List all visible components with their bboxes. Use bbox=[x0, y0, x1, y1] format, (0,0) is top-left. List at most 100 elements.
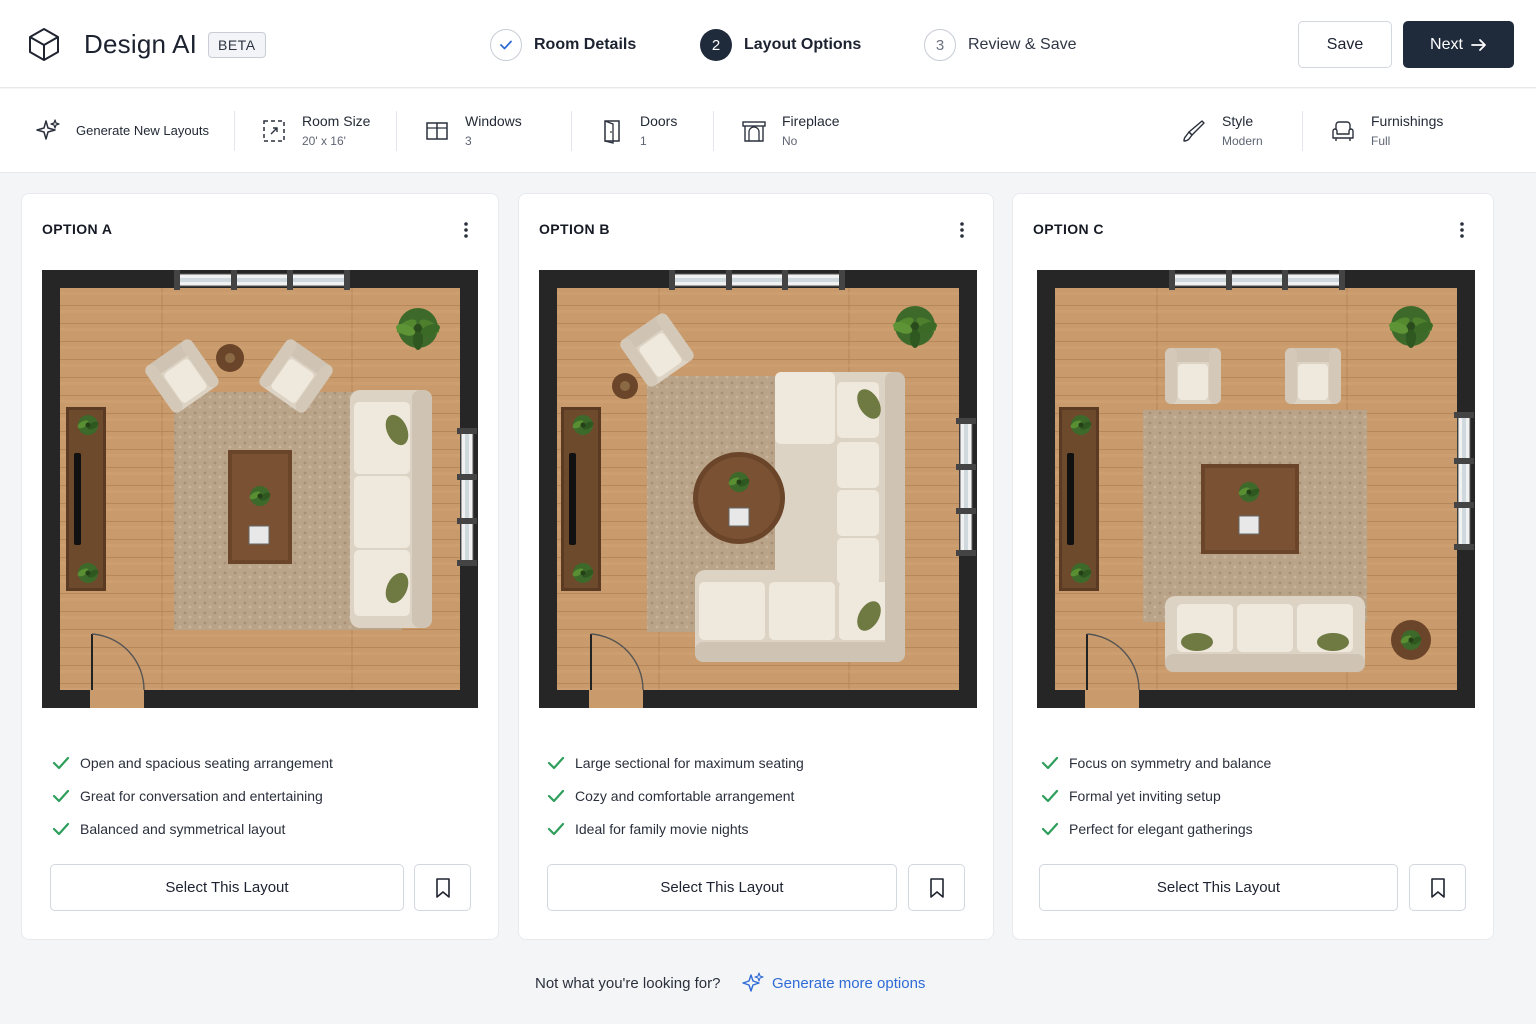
select-layout-button[interactable]: Select This Layout bbox=[1039, 864, 1398, 911]
more-options-icon[interactable] bbox=[957, 220, 967, 240]
room-size-value: 20' x 16' bbox=[302, 134, 346, 148]
windows-label: Windows bbox=[465, 113, 522, 129]
step-review-save[interactable]: 3 Review & Save bbox=[924, 28, 1077, 62]
check-icon bbox=[52, 822, 70, 835]
select-layout-button[interactable]: Select This Layout bbox=[50, 864, 404, 911]
step-number: 2 bbox=[700, 29, 732, 61]
generate-new-layouts-button[interactable]: Generate New Layouts bbox=[34, 89, 209, 173]
footer-prompt: Not what you're looking for? bbox=[535, 975, 721, 992]
option-title: OPTION B bbox=[539, 221, 610, 237]
room-toolbar: Generate New Layouts Room Size 20' x 16' … bbox=[0, 89, 1536, 173]
feature-item: Ideal for family movie nights bbox=[547, 812, 804, 845]
fireplace-icon bbox=[740, 117, 768, 145]
feature-text: Perfect for elegant gatherings bbox=[1069, 820, 1253, 837]
floor-plan-image bbox=[1037, 270, 1475, 708]
step-layout-options[interactable]: 2 Layout Options bbox=[700, 28, 861, 62]
layout-card-option-c: OPTION C Focus on symmetry and balance F… bbox=[1012, 193, 1494, 940]
feature-text: Ideal for family movie nights bbox=[575, 820, 749, 837]
feature-item: Balanced and symmetrical layout bbox=[52, 812, 333, 845]
bookmark-icon bbox=[435, 877, 450, 898]
check-icon bbox=[547, 822, 565, 835]
feature-item: Focus on symmetry and balance bbox=[1041, 746, 1271, 779]
style-setting[interactable]: Style Modern bbox=[1180, 89, 1263, 173]
style-label: Style bbox=[1222, 113, 1254, 129]
divider bbox=[571, 111, 572, 151]
option-title: OPTION C bbox=[1033, 221, 1104, 237]
bookmark-icon bbox=[1430, 877, 1445, 898]
furnishings-label: Furnishings bbox=[1371, 113, 1444, 129]
step-label: Layout Options bbox=[744, 36, 862, 53]
sparkle-icon bbox=[742, 972, 764, 992]
door-icon bbox=[598, 117, 626, 145]
bookmark-button[interactable] bbox=[1409, 864, 1466, 911]
top-header: Design AI BETA Room Details 2 Layout Opt… bbox=[0, 0, 1536, 88]
app-name: Design AI bbox=[84, 29, 198, 59]
furnishings-setting[interactable]: Furnishings Full bbox=[1329, 89, 1443, 173]
feature-text: Focus on symmetry and balance bbox=[1069, 754, 1272, 771]
check-icon bbox=[547, 756, 565, 769]
check-icon bbox=[1041, 822, 1059, 835]
feature-item: Formal yet inviting setup bbox=[1041, 779, 1271, 812]
check-icon bbox=[547, 789, 565, 802]
feature-item: Large sectional for maximum seating bbox=[547, 746, 804, 779]
beta-badge: BETA bbox=[208, 32, 266, 58]
feature-list: Open and spacious seating arrangement Gr… bbox=[52, 746, 333, 845]
option-title: OPTION A bbox=[42, 221, 113, 237]
layout-card-option-a: OPTION A Open and spacious seating arran bbox=[21, 193, 499, 940]
furnishings-value: Full bbox=[1371, 134, 1391, 148]
feature-text: Cozy and comfortable arrangement bbox=[575, 787, 795, 804]
feature-text: Formal yet inviting setup bbox=[1069, 787, 1221, 804]
window-icon bbox=[423, 117, 451, 145]
divider bbox=[713, 111, 714, 151]
windows-setting[interactable]: Windows 3 bbox=[423, 89, 522, 173]
check-icon bbox=[1041, 756, 1059, 769]
feature-text: Large sectional for maximum seating bbox=[575, 754, 804, 771]
style-value: Modern bbox=[1222, 134, 1263, 148]
feature-list: Large sectional for maximum seating Cozy… bbox=[547, 746, 804, 845]
armchair-icon bbox=[1329, 117, 1357, 145]
generate-more-label: Generate more options bbox=[772, 974, 926, 992]
room-size-label: Room Size bbox=[302, 113, 371, 129]
doors-setting[interactable]: Doors 1 bbox=[598, 89, 677, 173]
doors-value: 1 bbox=[640, 134, 647, 148]
more-options-icon[interactable] bbox=[461, 220, 471, 240]
feature-item: Great for conversation and entertaining bbox=[52, 779, 333, 812]
divider bbox=[1302, 111, 1303, 151]
select-layout-button[interactable]: Select This Layout bbox=[547, 864, 897, 911]
check-icon bbox=[52, 756, 70, 769]
bookmark-icon bbox=[929, 877, 944, 898]
feature-text: Open and spacious seating arrangement bbox=[80, 754, 333, 771]
generate-more-options-link[interactable]: Generate more options bbox=[742, 972, 925, 994]
feature-item: Cozy and comfortable arrangement bbox=[547, 779, 804, 812]
fireplace-value: No bbox=[782, 134, 798, 148]
bookmark-button[interactable] bbox=[908, 864, 965, 911]
floor-plan-image bbox=[539, 270, 977, 708]
divider bbox=[234, 111, 235, 151]
room-size-setting[interactable]: Room Size 20' x 16' bbox=[260, 89, 370, 173]
save-button[interactable]: Save bbox=[1298, 21, 1392, 68]
generate-label: Generate New Layouts bbox=[76, 123, 209, 138]
check-icon bbox=[1041, 789, 1059, 802]
step-room-details[interactable]: Room Details bbox=[490, 28, 636, 62]
feature-item: Open and spacious seating arrangement bbox=[52, 746, 333, 779]
sparkle-icon bbox=[34, 117, 62, 145]
more-options-icon[interactable] bbox=[1457, 220, 1467, 240]
floor-plan-image bbox=[42, 270, 478, 708]
check-icon bbox=[52, 789, 70, 802]
resize-icon bbox=[260, 117, 288, 145]
step-label: Room Details bbox=[534, 36, 637, 53]
next-button[interactable]: Next bbox=[1403, 21, 1514, 68]
layout-card-option-b: OPTION B Large sectional for maximum sea… bbox=[518, 193, 994, 940]
feature-item: Perfect for elegant gatherings bbox=[1041, 812, 1271, 845]
feature-text: Great for conversation and entertaining bbox=[80, 787, 323, 804]
windows-value: 3 bbox=[465, 134, 472, 148]
cube-logo-icon bbox=[29, 28, 59, 61]
arrow-right-icon bbox=[1471, 38, 1486, 51]
fireplace-setting[interactable]: Fireplace No bbox=[740, 89, 840, 173]
next-label: Next bbox=[1430, 35, 1463, 53]
step-check-icon bbox=[490, 29, 522, 61]
divider bbox=[396, 111, 397, 151]
step-number: 3 bbox=[924, 29, 956, 61]
bookmark-button[interactable] bbox=[414, 864, 471, 911]
fireplace-label: Fireplace bbox=[782, 113, 840, 129]
